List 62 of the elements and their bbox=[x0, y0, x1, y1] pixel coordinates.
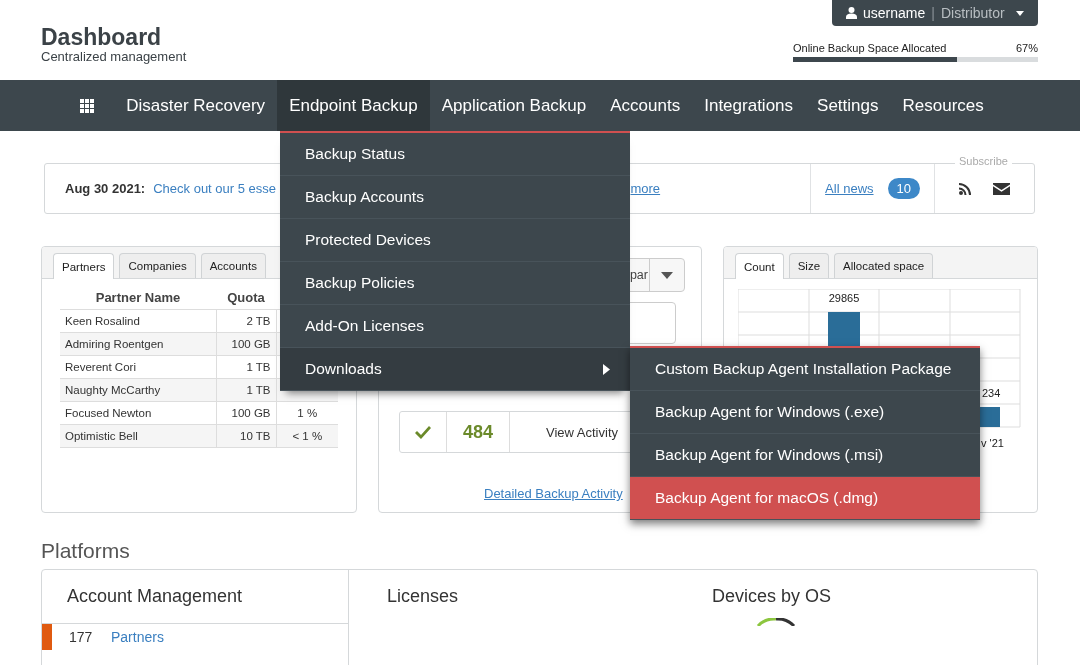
menu-item[interactable]: Backup Policies bbox=[280, 262, 630, 305]
person-icon bbox=[846, 7, 857, 19]
section-title: Platforms bbox=[41, 539, 131, 563]
nav-item[interactable]: Accounts bbox=[598, 80, 693, 131]
card-title: Devices by OS bbox=[712, 586, 833, 606]
nav-item[interactable]: Integrations bbox=[692, 80, 806, 131]
rss-icon[interactable] bbox=[959, 182, 971, 195]
panel-tab[interactable]: Companies bbox=[119, 253, 196, 278]
news-link[interactable]: Check out our 5 esse bbox=[153, 181, 277, 196]
menu-item[interactable]: Custom Backup Agent Installation Package bbox=[630, 348, 980, 391]
table-cell: 100 GB bbox=[216, 332, 276, 356]
table-cell: 10 TB bbox=[216, 424, 276, 448]
subscribe-label: Subscribe bbox=[955, 155, 1012, 167]
card-title: Licenses bbox=[387, 586, 460, 606]
check-icon bbox=[415, 425, 431, 439]
activity-count: 484 bbox=[447, 412, 510, 452]
menu-item[interactable]: Downloads bbox=[280, 348, 630, 391]
news-count-badge: 10 bbox=[887, 178, 920, 199]
chart-bar bbox=[978, 407, 1000, 427]
donut-chart-drawing bbox=[756, 618, 796, 626]
axis-label: v '21 bbox=[981, 437, 1004, 449]
panel-tab[interactable]: Accounts bbox=[200, 253, 266, 278]
menu-item[interactable]: Backup Accounts bbox=[280, 176, 630, 219]
page-subtitle: Centralized management bbox=[41, 49, 187, 64]
table-cell: Optimistic Bell bbox=[60, 424, 216, 448]
bar-value-label: 29865 bbox=[828, 292, 860, 304]
detailed-activity-link[interactable]: Detailed Backup Activity bbox=[484, 486, 623, 501]
panel-tab[interactable]: Partners bbox=[53, 253, 115, 279]
news-date: Aug 30 2021: bbox=[65, 181, 146, 196]
caret-icon bbox=[1016, 10, 1024, 16]
table-cell: Naughty McCarthy bbox=[60, 378, 216, 402]
mail-icon[interactable] bbox=[993, 182, 1010, 195]
panel-tab[interactable]: Count bbox=[735, 253, 784, 279]
all-news-link[interactable]: All news bbox=[825, 181, 874, 196]
nav-item[interactable]: Endpoint Backup bbox=[277, 80, 430, 131]
news-more-link[interactable]: more bbox=[630, 181, 661, 196]
table-cell: < 1 % bbox=[276, 424, 338, 448]
column-header: Partner Name bbox=[60, 286, 216, 310]
partner-count: 177 bbox=[69, 629, 94, 645]
partners-link[interactable]: Partners bbox=[111, 629, 164, 645]
bar-value-label: 234 bbox=[982, 387, 1001, 399]
usage-percent: 67% bbox=[1015, 42, 1038, 54]
apps-grid-icon[interactable] bbox=[80, 98, 95, 113]
menu-item[interactable]: Backup Status bbox=[280, 133, 630, 176]
panel-tab[interactable]: Allocated space bbox=[834, 253, 934, 278]
table-cell: Admiring Roentgen bbox=[60, 332, 216, 356]
menu-item[interactable]: Protected Devices bbox=[280, 219, 630, 262]
caret-icon bbox=[661, 271, 673, 279]
menu-item[interactable]: Backup Agent for macOS (.dmg) bbox=[630, 477, 980, 520]
nav-item[interactable]: Application Backup bbox=[429, 80, 599, 131]
user-menu-button[interactable]: username | Distributor bbox=[832, 0, 1038, 26]
view-activity-link[interactable]: View Activity bbox=[510, 412, 618, 452]
table-cell: 1 TB bbox=[216, 378, 276, 402]
nav-item[interactable]: Settings bbox=[805, 80, 891, 131]
page-title: Dashboard bbox=[41, 25, 163, 49]
menu-item[interactable]: Backup Agent for Windows (.exe) bbox=[630, 391, 980, 434]
nav-item[interactable]: Resources bbox=[890, 80, 996, 131]
card-title: Account Management bbox=[42, 570, 348, 624]
column-header: Quota bbox=[216, 286, 276, 310]
panel-tab[interactable]: Size bbox=[788, 253, 830, 278]
usage-label: Online Backup Space Allocated bbox=[793, 42, 947, 54]
nav-item[interactable]: Disaster Recovery bbox=[114, 80, 278, 131]
